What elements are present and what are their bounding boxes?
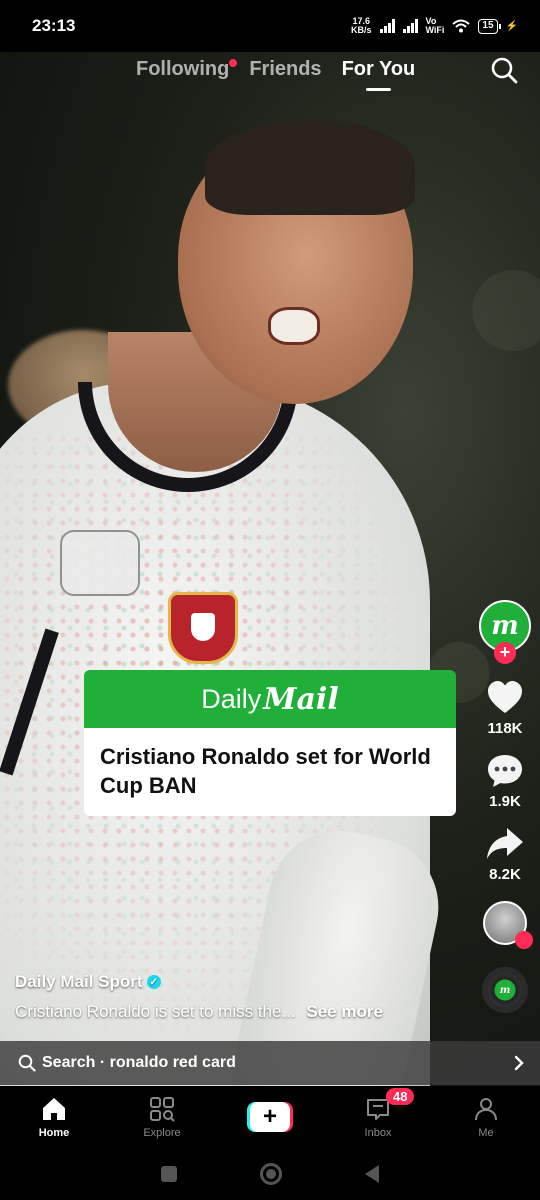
search-icon[interactable] — [490, 56, 518, 84]
system-home-button[interactable] — [259, 1163, 282, 1185]
nav-me[interactable]: Me — [432, 1086, 540, 1148]
verified-icon: ✓ — [146, 975, 161, 989]
team-crest — [168, 592, 238, 664]
charging-icon: ⚡ — [505, 20, 518, 32]
video-frame[interactable] — [0, 52, 540, 1086]
create-button[interactable]: + — [247, 1102, 293, 1132]
system-back-button[interactable] — [364, 1165, 379, 1183]
tab-following[interactable]: Following — [136, 58, 238, 81]
comment-icon — [488, 755, 522, 787]
follow-button[interactable]: + — [494, 642, 516, 664]
author-name-text: Daily Mail Sport — [15, 972, 143, 991]
wifi-label: WiFi — [425, 25, 445, 35]
tab-following-label: Following — [136, 58, 230, 80]
player-hair — [205, 120, 415, 215]
search-suggestion-text: Search · ronaldo red card — [42, 1054, 512, 1072]
wifi-icon — [452, 19, 471, 33]
author-name[interactable]: Daily Mail Sport ✓ — [15, 972, 455, 992]
share-button[interactable]: 8.2K — [485, 824, 525, 883]
share-count: 8.2K — [489, 866, 521, 883]
side-action-bar: m + 118K 1.9K 8.2K m — [470, 600, 540, 1013]
battery-indicator: 15 — [478, 18, 501, 34]
signal-1-icon — [379, 19, 395, 33]
like-button[interactable]: 118K — [485, 678, 525, 737]
nav-home[interactable]: Home — [0, 1086, 108, 1148]
profile-icon — [475, 1098, 497, 1121]
status-bar: 23:13 17.6 KB/s Vo WiFi 15 ⚡ — [0, 0, 540, 52]
like-count: 118K — [487, 720, 523, 737]
comment-count: 1.9K — [489, 793, 521, 810]
network-speed: 17.6 KB/s — [351, 17, 372, 35]
chevron-right-icon — [514, 1055, 524, 1071]
nav-create[interactable]: + — [216, 1086, 324, 1148]
nav-inbox[interactable]: 48 Inbox — [324, 1086, 432, 1148]
post-caption: Daily Mail Sport ✓ Cristiano Ronaldo is … — [15, 972, 455, 1022]
search-prefix: Search — [42, 1054, 96, 1071]
heart-icon — [488, 681, 522, 713]
signal-2-icon — [402, 19, 418, 33]
comment-button[interactable]: 1.9K — [485, 751, 525, 810]
search-query: ronaldo red card — [109, 1054, 236, 1071]
tab-for-you[interactable]: For You — [342, 58, 415, 91]
top-navigation: Following Friends For You — [0, 56, 540, 96]
nav-explore[interactable]: Explore — [108, 1086, 216, 1148]
vowifi-indicator: Vo WiFi — [426, 17, 445, 35]
share-icon — [487, 828, 523, 859]
card-headline: Cristiano Ronaldo set for World Cup BAN — [84, 728, 456, 816]
tab-friends[interactable]: Friends — [249, 58, 321, 81]
brand-daily: Daily — [201, 683, 262, 714]
status-time: 23:13 — [32, 16, 76, 35]
sleeve-badge — [60, 530, 140, 596]
bottom-navigation: Home Explore + 48 Inbox Me — [0, 1086, 540, 1148]
nav-home-label: Home — [38, 1127, 70, 1139]
home-icon — [43, 1098, 65, 1120]
explore-icon — [150, 1097, 175, 1122]
search-suggestion-bar[interactable]: Search · ronaldo red card — [0, 1041, 540, 1085]
search-icon — [18, 1054, 36, 1072]
music-disc-logo: m — [499, 984, 511, 996]
card-brand-header: Daily Mail — [84, 670, 456, 728]
inbox-badge: 48 — [386, 1088, 415, 1105]
brand-mail: Mail — [263, 681, 339, 717]
nav-me-label: Me — [478, 1127, 494, 1139]
nav-inbox-label: Inbox — [364, 1127, 392, 1139]
search-separator: · — [95, 1054, 110, 1071]
nav-explore-label: Explore — [143, 1127, 181, 1139]
post-description: Cristiano Ronaldo is set to miss the... … — [15, 1002, 455, 1022]
player-grimace — [268, 307, 320, 345]
status-icons: 17.6 KB/s Vo WiFi 15 ⚡ — [351, 17, 518, 35]
duet-user-avatar[interactable] — [483, 901, 533, 949]
recent-apps-button[interactable] — [161, 1166, 178, 1182]
see-more-link[interactable]: See more — [306, 1002, 383, 1021]
description-text: Cristiano Ronaldo is set to miss the... — [15, 1002, 296, 1021]
plus-icon: + — [250, 1102, 290, 1132]
new-content-dot — [229, 59, 238, 67]
system-navigation — [0, 1148, 540, 1200]
news-headline-card: Daily Mail Cristiano Ronaldo set for Wor… — [84, 670, 456, 816]
creator-avatar[interactable]: m + — [479, 600, 531, 664]
sticker-icon — [515, 931, 533, 949]
music-disc[interactable]: m — [482, 967, 528, 1013]
network-speed-unit: KB/s — [350, 25, 372, 35]
feed-tabs: Following Friends For You — [136, 58, 415, 91]
